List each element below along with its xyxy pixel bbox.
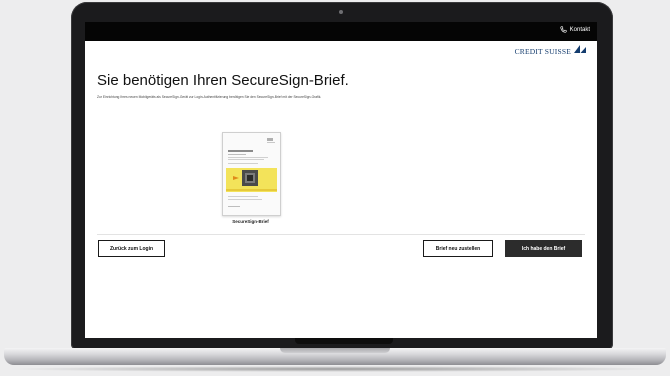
sails-icon (574, 44, 586, 53)
page-title: Sie benötigen Ihren SecureSign-Brief. (97, 72, 349, 89)
have-letter-button[interactable]: Ich habe den Brief (505, 240, 582, 257)
screen: Kontakt CREDIT SUISSE Sie benötigen Ihre… (85, 22, 597, 338)
back-to-login-button[interactable]: Zurück zum Login (98, 240, 165, 257)
letter-caption: SecureSign-Brief (232, 219, 269, 224)
letter-thumbnail-icon (226, 138, 277, 207)
logo-text: CREDIT SUISSE (514, 47, 571, 56)
laptop-base-lip (280, 348, 390, 353)
resend-letter-button[interactable]: Brief neu zustellen (423, 240, 493, 257)
top-bar: Kontakt (85, 22, 597, 41)
laptop-shadow (4, 366, 666, 372)
page-description: Zur Einrichtung Ihres neuen Mobilgeräts … (97, 95, 322, 99)
laptop-hinge (295, 338, 393, 344)
camera-icon (339, 10, 343, 14)
credit-suisse-logo[interactable]: CREDIT SUISSE (514, 44, 587, 56)
securesign-letter-image (222, 132, 281, 216)
contact-label: Kontakt (569, 26, 590, 33)
contact-link[interactable]: Kontakt (560, 26, 590, 33)
phone-icon (560, 26, 567, 33)
divider (97, 234, 585, 235)
